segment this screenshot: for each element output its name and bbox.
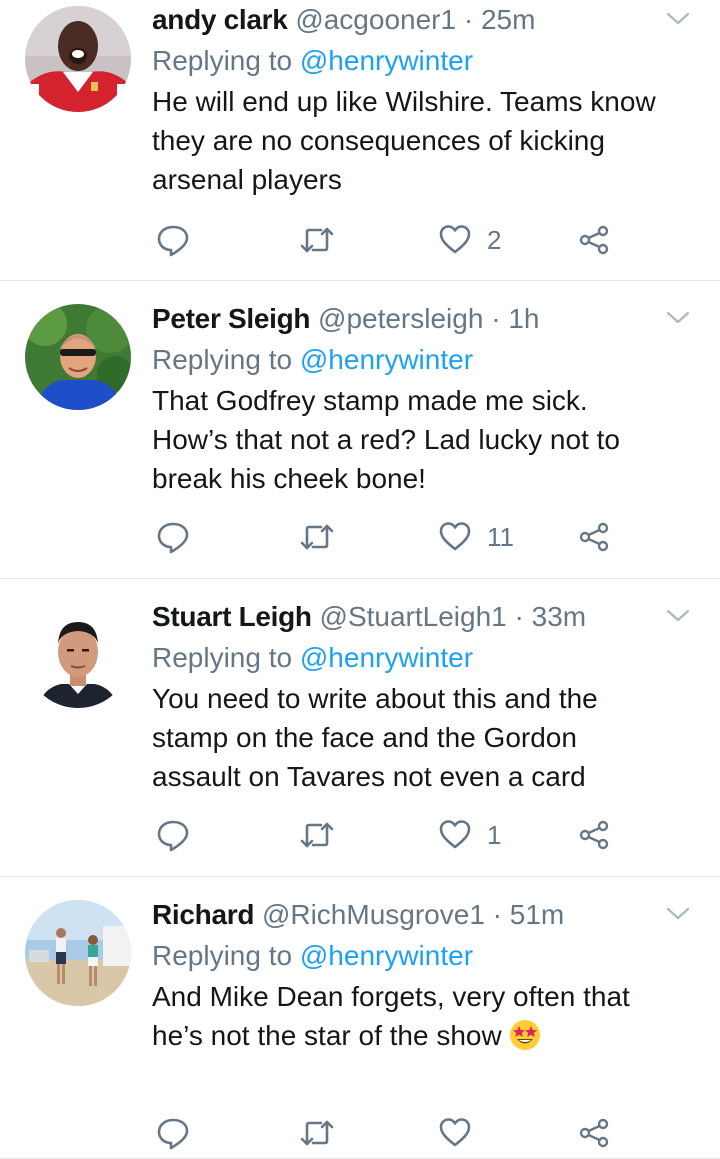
tweet[interactable]: andy clark @acgooner1 · 25m Replying to …	[0, 0, 720, 281]
share-button[interactable]	[578, 1115, 610, 1151]
separator-dot: ·	[491, 303, 501, 334]
user-handle[interactable]: @StuartLeigh1	[320, 601, 507, 632]
avatar[interactable]	[25, 602, 131, 708]
timestamp[interactable]: 51m	[510, 899, 564, 930]
like-button[interactable]: 11	[439, 519, 514, 555]
star-struck-emoji-icon	[510, 1020, 541, 1050]
display-name[interactable]: Richard	[152, 899, 254, 930]
tweet-header: Stuart Leigh @StuartLeigh1 · 33m	[152, 597, 700, 637]
mention-link[interactable]: @henrywinter	[300, 45, 473, 76]
tweet[interactable]: Richard @RichMusgrove1 · 51m Replying to…	[0, 877, 720, 1159]
reply-button[interactable]	[156, 222, 190, 258]
tweet-text: You need to write about this and the sta…	[152, 683, 598, 792]
share-icon	[579, 225, 609, 255]
like-count: 2	[487, 225, 502, 255]
like-button[interactable]	[439, 1115, 487, 1151]
chevron-down-icon[interactable]	[666, 907, 690, 921]
separator-dot: ·	[492, 899, 502, 930]
separator-dot: ·	[514, 601, 524, 632]
tweet-actions: 2	[156, 222, 626, 258]
replying-to-label: Replying to	[152, 940, 293, 971]
retweet-button[interactable]	[299, 222, 335, 258]
avatar-image	[25, 602, 131, 708]
tweet-text-body: And Mike Dean forgets, very often that h…	[152, 981, 630, 1051]
reply-icon	[157, 820, 189, 852]
reply-button[interactable]	[156, 519, 190, 555]
like-button[interactable]: 1	[439, 817, 501, 853]
avatar-image	[25, 6, 131, 112]
retweet-icon	[300, 822, 334, 848]
reply-button[interactable]	[156, 817, 190, 853]
heart-icon	[439, 225, 471, 254]
share-icon	[579, 820, 609, 850]
avatar-image	[25, 304, 131, 410]
share-button[interactable]	[578, 222, 610, 258]
tweet-text: That Godfrey stamp made me sick. How’s t…	[152, 385, 620, 494]
like-button[interactable]: 2	[439, 222, 501, 258]
replying-to: Replying to @henrywinter	[152, 40, 700, 82]
replying-to-label: Replying to	[152, 344, 293, 375]
tweet-content: Peter Sleigh @petersleigh · 1h Replying …	[152, 299, 700, 498]
tweet-actions	[156, 1115, 626, 1151]
timestamp[interactable]: 1h	[508, 303, 539, 334]
display-name[interactable]: andy clark	[152, 4, 288, 35]
timestamp[interactable]: 33m	[532, 601, 586, 632]
tweet-header: Peter Sleigh @petersleigh · 1h	[152, 299, 700, 339]
share-button[interactable]	[578, 519, 610, 555]
avatar[interactable]	[25, 304, 131, 410]
retweet-button[interactable]	[299, 1115, 335, 1151]
like-count: 11	[487, 522, 514, 552]
avatar-image	[25, 900, 131, 1006]
replying-to: Replying to @henrywinter	[152, 339, 700, 381]
share-button[interactable]	[578, 817, 610, 853]
separator-dot: ·	[463, 4, 474, 35]
avatar[interactable]	[25, 900, 131, 1006]
timestamp[interactable]: 25m	[481, 4, 535, 35]
reply-feed: andy clark @acgooner1 · 25m Replying to …	[0, 0, 720, 1159]
heart-icon	[439, 1118, 471, 1147]
share-icon	[579, 522, 609, 552]
tweet-content: andy clark @acgooner1 · 25m Replying to …	[152, 0, 700, 199]
replying-to-label: Replying to	[152, 642, 293, 673]
reply-icon	[157, 1118, 189, 1150]
heart-icon	[439, 522, 471, 551]
tweet-text: And Mike Dean forgets, very often that h…	[152, 977, 700, 1055]
replying-to-label: Replying to	[152, 45, 293, 76]
mention-link[interactable]: @henrywinter	[300, 940, 473, 971]
chevron-down-icon[interactable]	[666, 609, 690, 623]
retweet-icon	[300, 227, 334, 253]
retweet-icon	[300, 1120, 334, 1146]
tweet-text: He will end up like Wilshire. Teams know…	[152, 86, 656, 195]
replying-to: Replying to @henrywinter	[152, 637, 700, 679]
display-name[interactable]: Peter Sleigh	[152, 303, 311, 334]
mention-link[interactable]: @henrywinter	[300, 642, 473, 673]
like-count: 1	[487, 820, 502, 850]
heart-icon	[439, 820, 471, 849]
retweet-button[interactable]	[299, 817, 335, 853]
tweet[interactable]: Peter Sleigh @petersleigh · 1h Replying …	[0, 281, 720, 579]
tweet-content: Richard @RichMusgrove1 · 51m Replying to…	[152, 895, 700, 1055]
reply-icon	[157, 225, 189, 257]
display-name[interactable]: Stuart Leigh	[152, 601, 312, 632]
retweet-icon	[300, 524, 334, 550]
tweet-actions: 1	[156, 817, 626, 853]
retweet-button[interactable]	[299, 519, 335, 555]
user-handle[interactable]: @acgooner1	[295, 4, 456, 35]
replying-to: Replying to @henrywinter	[152, 935, 700, 977]
tweet-header: Richard @RichMusgrove1 · 51m	[152, 895, 700, 935]
chevron-down-icon[interactable]	[666, 12, 690, 26]
tweet-actions: 11	[156, 519, 626, 555]
tweet-content: Stuart Leigh @StuartLeigh1 · 33m Replyin…	[152, 597, 700, 796]
share-icon	[579, 1118, 609, 1148]
reply-button[interactable]	[156, 1115, 190, 1151]
user-handle[interactable]: @RichMusgrove1	[262, 899, 485, 930]
tweet-header: andy clark @acgooner1 · 25m	[152, 0, 700, 40]
avatar[interactable]	[25, 6, 131, 112]
chevron-down-icon[interactable]	[666, 311, 690, 325]
tweet[interactable]: Stuart Leigh @StuartLeigh1 · 33m Replyin…	[0, 579, 720, 877]
user-handle[interactable]: @petersleigh	[318, 303, 483, 334]
mention-link[interactable]: @henrywinter	[300, 344, 473, 375]
reply-icon	[157, 522, 189, 554]
